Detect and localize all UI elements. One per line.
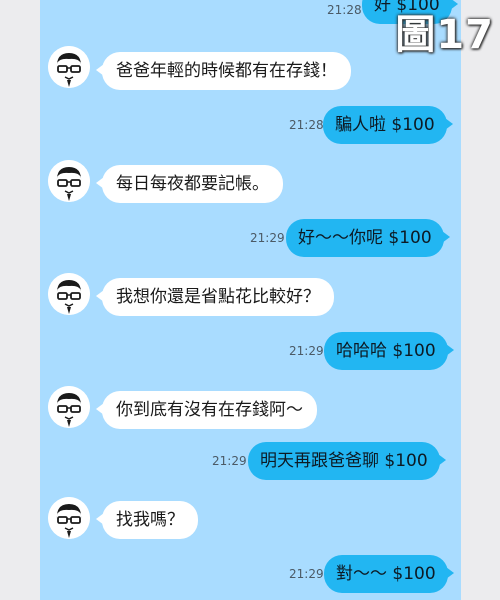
person-with-glasses-icon — [48, 273, 90, 315]
person-with-glasses-avatar[interactable] — [48, 497, 90, 539]
outgoing-message-bubble[interactable]: 騙人啦 $100 — [323, 106, 453, 144]
incoming-message-bubble[interactable]: 你到底有沒有在存錢阿～ — [96, 391, 317, 429]
person-with-glasses-icon — [48, 386, 90, 428]
message-time: 21:29 — [212, 454, 247, 468]
figure-label: 圖17 — [395, 12, 494, 58]
outgoing-message-bubble[interactable]: 明天再跟爸爸聊 $100 — [248, 442, 446, 480]
person-with-glasses-avatar[interactable] — [48, 386, 90, 428]
person-with-glasses-icon — [48, 160, 90, 202]
chat-area[interactable]: 21:28 好 $100 爸爸年輕的時候都有在存錢！ 21:28 騙人啦 $10… — [40, 0, 461, 600]
person-with-glasses-avatar[interactable] — [48, 160, 90, 202]
incoming-message-bubble[interactable]: 找我嗎？ — [96, 501, 198, 539]
outgoing-message-bubble[interactable]: 哈哈哈 $100 — [324, 332, 454, 370]
person-with-glasses-avatar[interactable] — [48, 46, 90, 88]
outgoing-message-bubble[interactable]: 對～～ $100 — [324, 555, 454, 593]
person-with-glasses-icon — [48, 497, 90, 539]
incoming-message-bubble[interactable]: 每日每夜都要記帳。 — [96, 165, 283, 203]
person-with-glasses-icon — [48, 46, 90, 88]
message-time: 21:28 — [289, 118, 324, 132]
message-time: 21:29 — [289, 344, 324, 358]
message-time: 21:29 — [250, 231, 285, 245]
incoming-message-bubble[interactable]: 我想你還是省點花比較好？ — [96, 278, 334, 316]
message-time: 21:28 — [327, 3, 362, 17]
message-time: 21:29 — [289, 567, 324, 581]
outgoing-message-bubble[interactable]: 好～～你呢 $100 — [286, 219, 450, 257]
incoming-message-bubble[interactable]: 爸爸年輕的時候都有在存錢！ — [96, 52, 351, 90]
person-with-glasses-avatar[interactable] — [48, 273, 90, 315]
